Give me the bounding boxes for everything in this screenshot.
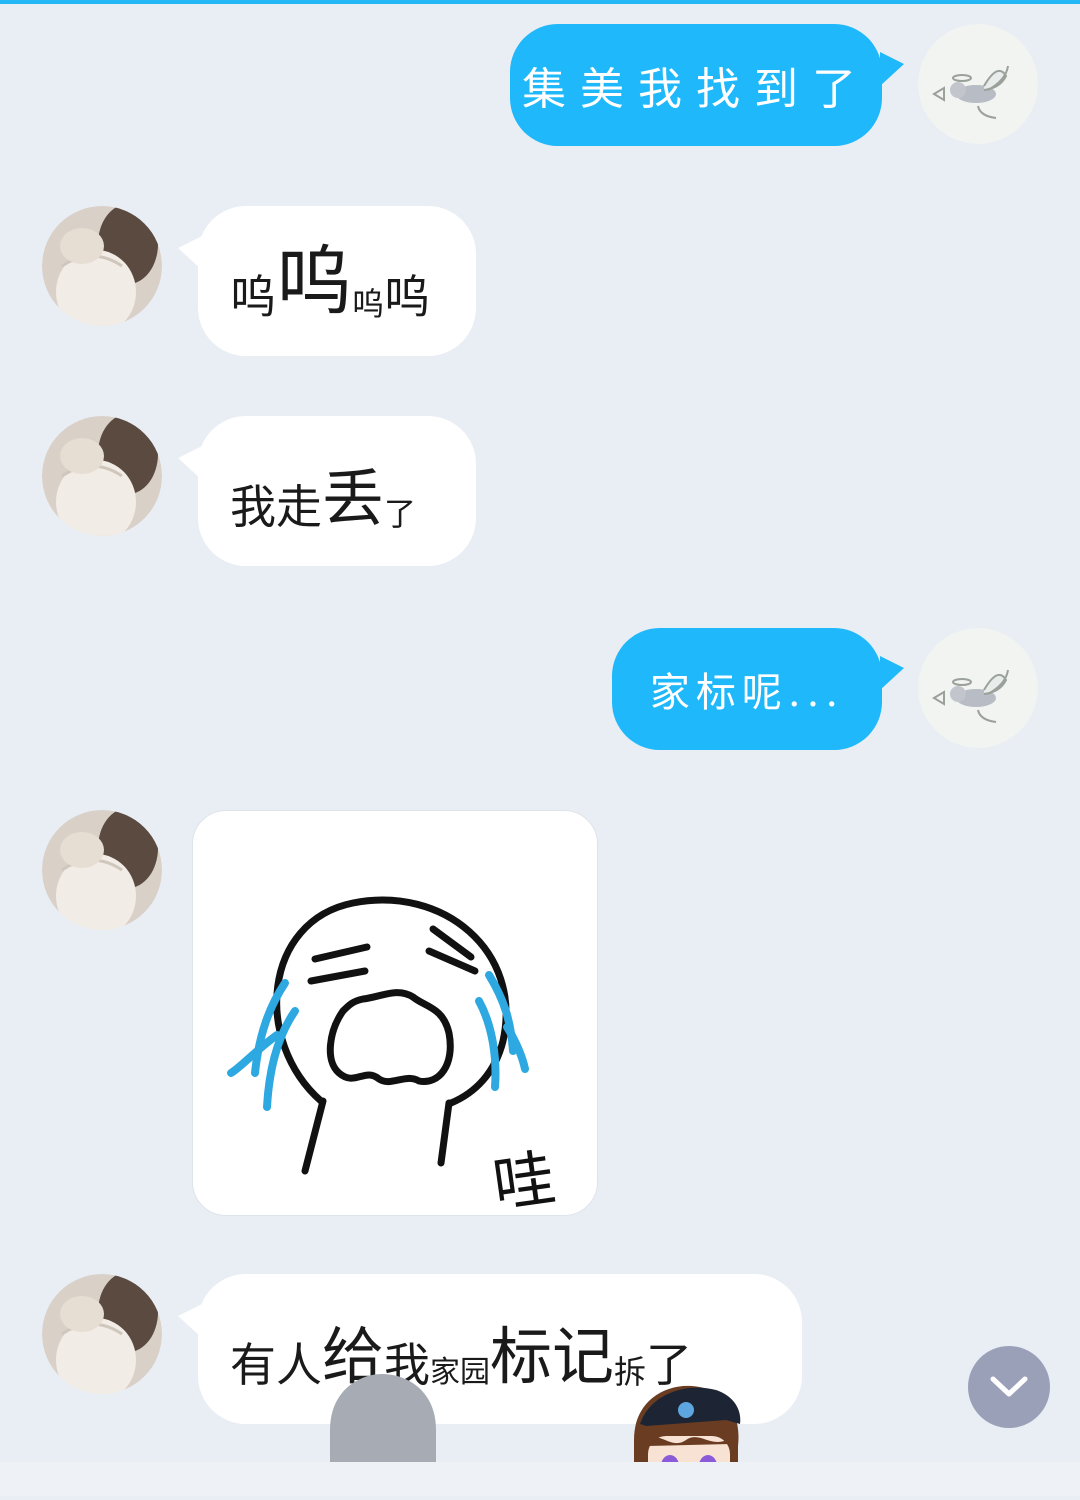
lace-dress-avatar[interactable] [42,206,162,326]
message-text-segment: 有人 [230,1338,322,1392]
message-text: 家标呢... [649,670,845,716]
message-text-segment: 了 [384,495,417,533]
message-text-segment: 丢 [322,462,385,535]
sticker-caption: 哇 [488,1141,560,1216]
lace-dress-avatar[interactable] [42,810,162,930]
top-accent-line [0,0,1080,4]
lace-dress-avatar[interactable] [42,416,162,536]
crying-face-sticker[interactable]: 哇 [192,810,598,1216]
bubble-tail [880,656,904,690]
bubble-tail [880,52,904,86]
message-text-segment: 呜 [352,285,385,323]
message-text-segment: 标记 [490,1320,615,1393]
message-text-segment: 呜 [276,237,352,326]
incoming-message-bubble[interactable]: 我走 丢 了 [198,416,476,566]
angel-doodle-avatar[interactable] [918,628,1038,748]
chevron-down-icon [990,1376,1028,1397]
incoming-message-bubble[interactable]: 呜 呜 呜 呜 [198,206,476,356]
angel-doodle-avatar[interactable] [918,24,1038,144]
input-bar-edge [0,1462,1080,1496]
scroll-to-bottom-button[interactable] [968,1346,1050,1428]
message-text-segment: 呜 [384,270,431,324]
message-text: 集美我找到了 [522,64,870,115]
outgoing-message-bubble[interactable]: 集美我找到了 [510,24,882,146]
message-text-segment: 呜 [230,270,276,324]
outgoing-message-bubble[interactable]: 家标呢... [612,628,882,750]
lace-dress-avatar[interactable] [42,1274,162,1394]
message-text-segment: 我走 [230,480,322,534]
